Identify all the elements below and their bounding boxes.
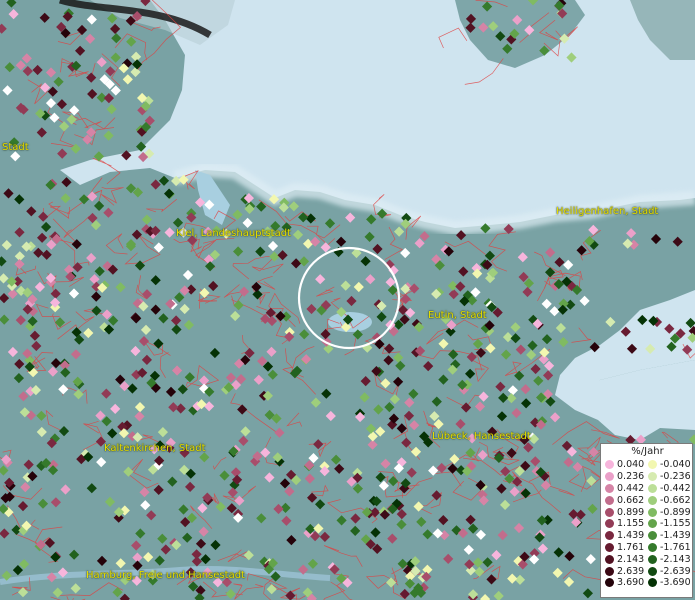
legend-swatch [605,483,614,493]
legend-swatch [648,566,657,576]
legend-swatch [648,554,657,564]
legend-row-negative: -0.442 [648,483,691,495]
legend-swatch [648,531,657,541]
legend-label: -0.899 [660,506,691,518]
legend-swatch [605,507,614,517]
legend-label: 1.155 [617,518,645,530]
legend-label: 1.761 [617,541,645,553]
place-label-eutin[interactable]: Eutin, Stadt [428,310,487,321]
legend-row-negative: -3.690 [648,577,691,589]
legend-row-negative: -0.899 [648,506,691,518]
legend-row-negative: -2.143 [648,553,691,565]
legend-label: 0.442 [617,482,645,494]
legend-row-positive: 0.040 [605,459,644,471]
legend-label: -3.690 [660,577,691,589]
legend-label: 0.899 [617,506,645,518]
legend-label: -1.439 [660,530,691,542]
legend-row-positive: 1.761 [605,542,644,554]
legend-row-negative: -0.040 [648,459,691,471]
legend-row-positive: 3.690 [605,577,644,589]
legend-label: 3.690 [617,577,645,589]
place-label-luebeck[interactable]: Lübeck, Hansestadt [432,431,531,442]
legend-row-negative: -1.155 [648,518,691,530]
legend-row-positive: 0.442 [605,483,644,495]
legend-label: 0.040 [617,459,645,471]
legend-row-positive: 2.143 [605,553,644,565]
legend-swatch [605,460,614,470]
legend-row-positive: 1.155 [605,518,644,530]
legend-row-positive: 0.662 [605,494,644,506]
legend-label: -2.143 [660,553,691,565]
legend-swatch [648,578,657,588]
legend-swatch [605,554,614,564]
place-label-hamburg[interactable]: Hamburg, Freie und Hansestadt [86,570,245,581]
legend-label: 2.143 [617,553,645,565]
legend-swatch [648,542,657,552]
legend-row-positive: 0.236 [605,471,644,483]
legend-swatch [605,472,614,482]
legend-swatch [648,519,657,529]
legend-swatch [648,460,657,470]
legend-row-negative: -0.662 [648,494,691,506]
legend-row-positive: 0.899 [605,506,644,518]
legend-label: 0.236 [617,471,645,483]
legend-title: %/Jahr [631,446,664,457]
legend-label: -2.639 [660,565,691,577]
legend-swatch [605,519,614,529]
legend-row-positive: 1.439 [605,530,644,542]
place-label-heiligenhafen[interactable]: Heiligenhafen, Stadt [556,206,658,217]
legend-label: 2.639 [617,565,645,577]
legend-swatch [605,566,614,576]
legend-swatch [648,472,657,482]
legend-label: -0.040 [660,459,691,471]
legend-label: 0.662 [617,494,645,506]
legend-row-negative: -1.761 [648,542,691,554]
legend-label: -0.442 [660,482,691,494]
legend-label: -0.662 [660,494,691,506]
place-label-kaltenkirchen[interactable]: Kaltenkirchen, Stadt [104,443,206,454]
legend-label: -0.236 [660,471,691,483]
legend-label: -1.761 [660,541,691,553]
map-canvas[interactable] [0,0,695,600]
legend-swatch [605,542,614,552]
legend-swatch [648,507,657,517]
legend-row-negative: -0.236 [648,471,691,483]
legend-swatch [648,483,657,493]
legend-swatch [605,578,614,588]
legend-swatch [605,531,614,541]
legend-label: 1.439 [617,530,645,542]
legend-label: -1.155 [660,518,691,530]
map-viewport[interactable]: Stadt Kiel, Landeshauptstadt Heiligenhaf… [0,0,695,600]
legend-negative-column: -0.040 -0.236 -0.442 -0.662 -0.899 -1.155 -1.4… [648,459,691,589]
legend-swatch [605,495,614,505]
legend-positive-column: 0.040 0.236 0.442 0.662 0.899 1.155 1.439 1.761… [605,459,644,589]
place-label-kiel[interactable]: Kiel, Landeshauptstadt [176,228,291,239]
legend-row-negative: -2.639 [648,565,691,577]
legend-swatch [648,495,657,505]
legend: %/Jahr 0.040 0.236 0.442 0.662 0.899 1.155 1.4… [600,443,693,598]
legend-row-positive: 2.639 [605,565,644,577]
legend-row-negative: -1.439 [648,530,691,542]
place-label-stadt[interactable]: Stadt [2,142,29,153]
